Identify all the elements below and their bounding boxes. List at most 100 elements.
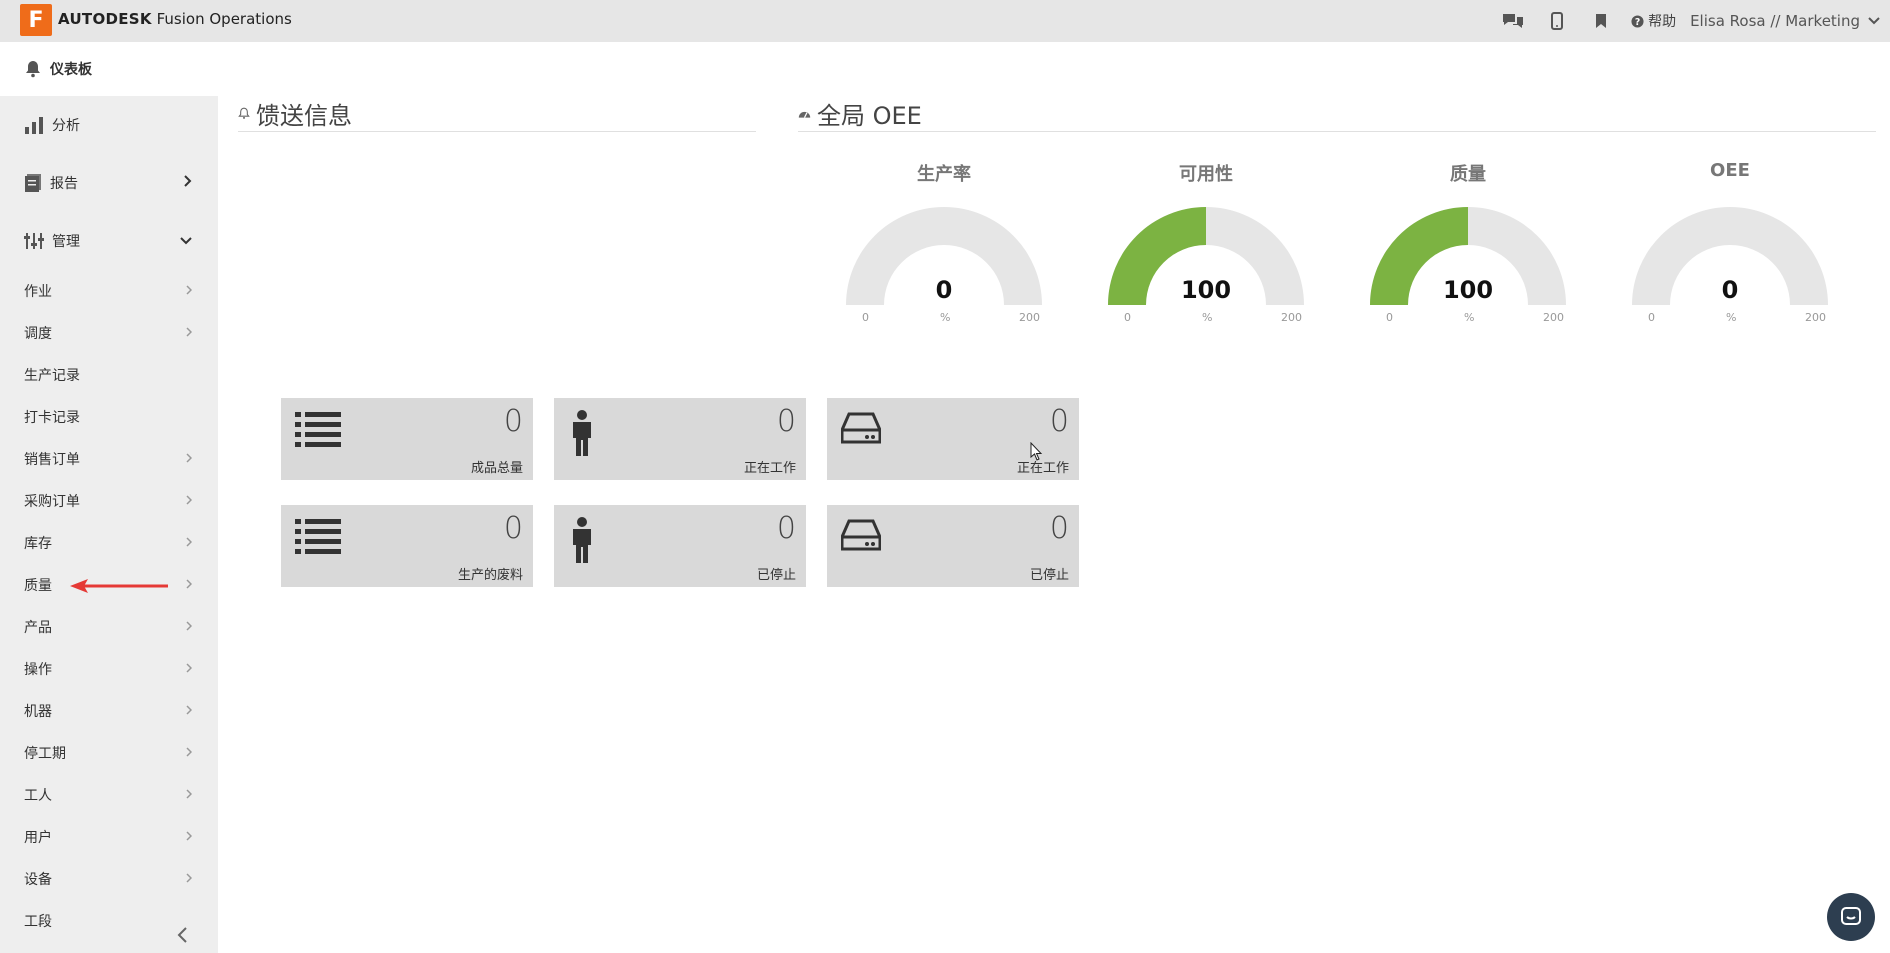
sidebar-item-dashboard[interactable]: 仪表板 (0, 42, 218, 96)
sidebar-item-label: 机器 (24, 704, 52, 720)
sidebar-item-14[interactable]: 设备 (0, 858, 218, 900)
sidebar-item-12[interactable]: 工人 (0, 774, 218, 816)
list-icon (295, 410, 341, 452)
tile-label: 已停止 (1029, 568, 1069, 583)
sidebar-item-2[interactable]: 生产记录 (0, 354, 218, 396)
chevron-right-icon (186, 872, 193, 886)
top-bar: F AUTODESK Fusion Operations ? 帮助 Elisa … (0, 0, 1890, 42)
gauge-unit-tick: % (940, 311, 951, 324)
gauge-max-tick: 200 (1281, 311, 1302, 324)
chevron-right-icon (184, 175, 192, 191)
sidebar-item-5[interactable]: 采购订单 (0, 480, 218, 522)
sidebar-item-label: 工段 (24, 914, 52, 930)
sidebar-item-label: 用户 (24, 830, 52, 846)
sidebar-item-3[interactable]: 打卡记录 (0, 396, 218, 438)
chat-icon (1841, 907, 1861, 925)
sidebar-item-4[interactable]: 销售订单 (0, 438, 218, 480)
chevron-right-icon (186, 326, 193, 340)
tile-value: 0 (503, 404, 523, 439)
chevron-right-icon (186, 578, 193, 592)
chevron-right-icon (186, 620, 193, 634)
help-link[interactable]: ? 帮助 (1631, 11, 1676, 31)
bar-chart-icon (25, 117, 43, 134)
gauge-unit-tick: % (1464, 311, 1475, 324)
oee-section-title: 全局 OEE (798, 96, 922, 131)
tile-value: 0 (503, 511, 523, 546)
bell-icon (238, 107, 250, 119)
chevron-right-icon (186, 746, 193, 760)
gauge-label: 生产率 (917, 164, 971, 185)
gauge-min-tick: 0 (1648, 311, 1655, 324)
hard-drive-icon (840, 517, 882, 557)
tile-value: 0 (1049, 404, 1069, 439)
person-icon (568, 410, 596, 460)
chevron-right-icon (186, 536, 193, 550)
report-icon (25, 174, 41, 192)
sidebar-item-label: 设备 (24, 872, 52, 888)
sidebar-item-label: 打卡记录 (24, 410, 80, 426)
sidebar-item-label: 产品 (24, 620, 52, 636)
tile-value: 0 (776, 511, 796, 546)
chevron-right-icon (186, 284, 193, 298)
bell-icon (26, 61, 40, 78)
mobile-icon[interactable] (1535, 0, 1579, 42)
red-arrow-annotation (70, 579, 168, 593)
gauge-max-tick: 200 (1805, 311, 1826, 324)
mouse-cursor (1030, 442, 1043, 461)
sidebar-item-9[interactable]: 操作 (0, 648, 218, 690)
sidebar-dashboard-label: 仪表板 (50, 62, 92, 78)
gauge-value: 100 (1442, 276, 1494, 304)
sidebar-item-10[interactable]: 机器 (0, 690, 218, 732)
sidebar-item-analysis[interactable]: 分析 (0, 96, 218, 154)
tile-label: 正在工作 (743, 461, 796, 476)
gauge-label: OEE (1710, 160, 1750, 181)
chevron-right-icon (186, 494, 193, 508)
stat-tile[interactable]: 0 正在工作 (554, 398, 806, 480)
sidebar-item-manage[interactable]: 管理 (0, 212, 218, 270)
chevron-right-icon (186, 704, 193, 718)
stat-tile[interactable]: 0 生产的废料 (281, 505, 533, 587)
user-menu[interactable]: Elisa Rosa // Marketing (1690, 12, 1880, 30)
gauge-max-tick: 200 (1543, 311, 1564, 324)
gauge-unit-tick: % (1202, 311, 1213, 324)
sidebar-item-13[interactable]: 用户 (0, 816, 218, 858)
tile-label: 生产的废料 (457, 568, 523, 583)
sidebar-item-8[interactable]: 产品 (0, 606, 218, 648)
sidebar-item-label: 停工期 (24, 746, 66, 762)
sidebar-item-label: 工人 (24, 788, 52, 804)
stat-tile[interactable]: 0 成品总量 (281, 398, 533, 480)
stat-tile[interactable]: 0 已停止 (827, 505, 1079, 587)
stat-tile[interactable]: 0 已停止 (554, 505, 806, 587)
gauge-label: 可用性 (1179, 164, 1233, 185)
sidebar-item-6[interactable]: 库存 (0, 522, 218, 564)
sidebar-item-11[interactable]: 停工期 (0, 732, 218, 774)
chevron-right-icon (186, 830, 193, 844)
gauge-label: 质量 (1450, 164, 1486, 185)
gauge-value: 0 (1721, 276, 1739, 304)
bookmark-icon[interactable] (1579, 0, 1623, 42)
sliders-icon (24, 233, 44, 249)
sidebar-item-reports[interactable]: 报告 (0, 154, 218, 212)
collapse-sidebar-icon[interactable] (176, 925, 188, 949)
sidebar-item-label: 销售订单 (24, 452, 80, 468)
svg-text:?: ? (1635, 17, 1640, 28)
gauge-value: 0 (935, 276, 953, 304)
sidebar-item-label: 调度 (24, 326, 52, 342)
feed-section-title: 馈送信息 (238, 96, 352, 131)
sidebar-item-0[interactable]: 作业 (0, 270, 218, 312)
chat-icon[interactable] (1491, 0, 1535, 42)
stat-tile[interactable]: 0 正在工作 (827, 398, 1079, 480)
oee-title-text: 全局 OEE (817, 102, 922, 130)
sidebar-item-1[interactable]: 调度 (0, 312, 218, 354)
gauge-value: 100 (1180, 276, 1232, 304)
sidebar-item-label: 生产记录 (24, 368, 80, 384)
gauge-max-tick: 200 (1019, 311, 1040, 324)
help-icon: ? (1631, 14, 1644, 28)
tile-value: 0 (776, 404, 796, 439)
gauge-min-tick: 0 (862, 311, 869, 324)
support-chat-button[interactable] (1827, 893, 1875, 941)
app-logo[interactable]: F (20, 4, 52, 36)
sidebar: 仪表板 分析 报告 管理 作业 调度 生产记录 打卡记录 销售订单 采购订单 库存 质量 产品操… (0, 42, 218, 953)
sidebar-analysis-label: 分析 (52, 118, 80, 134)
gauge-min-tick: 0 (1386, 311, 1393, 324)
